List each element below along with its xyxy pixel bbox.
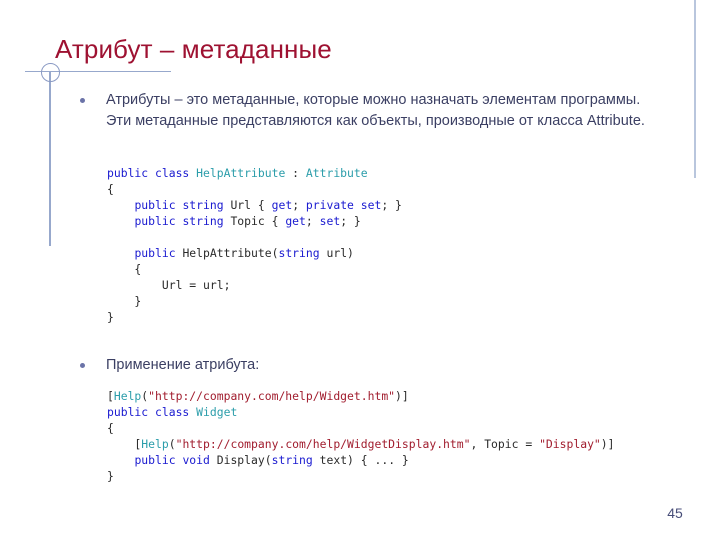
decorative-circle-icon [41,63,60,82]
code-line: public void Display(string text) { ... } [107,452,615,468]
code-token: public [134,246,183,260]
code-token: "Display" [539,437,601,451]
code-token: [ [107,437,142,451]
code-token: Help [113,389,142,403]
code-token: , Topic = [470,437,540,451]
code-token: Widget [196,405,238,419]
code-token: ; } [381,198,402,212]
code-token: get [285,214,306,228]
code-token: text) { ... } [312,453,409,467]
code-token: "http://company.com/help/WidgetDisplay.h… [175,437,471,451]
code-token: Help [141,437,169,451]
code-line: public class Widget [107,404,615,420]
code-token: { [107,182,114,196]
bullet-text: Атрибуты – это метаданные, которые можно… [106,92,645,129]
code-token: ( [168,437,176,451]
code-token: HelpAttribute [196,166,286,180]
code-token: string [271,453,313,467]
code-line: { [107,420,615,436]
code-line: public string Url { get; private set; } [107,197,402,213]
code-token: string [278,246,320,260]
code-block-attribute-definition: public class HelpAttribute : Attribute{ … [107,165,402,325]
code-token: ; [292,198,306,212]
code-token: } [107,294,142,308]
slide-number: 45 [667,505,683,521]
code-token: Topic { [230,214,286,228]
code-line: { [107,261,402,277]
bullet-text: Применение атрибута: [106,357,260,373]
presentation-slide: Атрибут – метаданные Атрибуты – это мета… [0,0,720,540]
code-line: public HelpAttribute(string url) [107,245,402,261]
bullet-item: Атрибуты – это метаданные, которые можно… [80,90,666,132]
code-line: [Help("http://company.com/help/Widget.ht… [107,388,615,404]
bullet-item: Применение атрибута: [80,355,666,376]
code-token: { [107,262,142,276]
code-line: } [107,293,402,309]
code-token: : [285,166,306,180]
code-token: public string [134,214,231,228]
code-token: public string [134,198,231,212]
slide-title: Атрибут – метаданные [55,34,332,64]
code-token: "http://company.com/help/Widget.htm" [148,389,396,403]
code-token: { [107,421,114,435]
code-token: public class [107,166,197,180]
code-line: } [107,309,402,325]
code-token: )] [600,437,615,451]
code-token: )] [395,389,409,403]
code-token: [ [107,389,114,403]
code-block-attribute-usage: [Help("http://company.com/help/Widget.ht… [107,388,615,484]
code-line: public string Topic { get; set; } [107,213,402,229]
code-token: Url = url; [107,278,231,292]
code-token: } [107,310,114,324]
decorative-vertical-line-right [694,0,696,178]
code-line: [Help("http://company.com/help/WidgetDis… [107,436,615,452]
code-line: public class HelpAttribute : Attribute [107,165,402,181]
code-line: { [107,181,402,197]
bullet-dot-icon [80,98,85,103]
code-line: } [107,468,615,484]
code-token: } [107,469,114,483]
code-token: public class [107,405,197,419]
code-token: set [319,214,341,228]
code-token: public void [134,453,217,467]
code-token: Display( [216,453,272,467]
code-token: ; } [340,214,361,228]
code-token: get [271,198,293,212]
code-token: Url { [230,198,272,212]
code-token: url) [319,246,354,260]
decorative-vertical-line-left [49,72,51,246]
code-token: Attribute [305,166,368,180]
code-token: HelpAttribute( [182,246,279,260]
code-token: private set [305,198,382,212]
code-line: Url = url; [107,277,402,293]
code-token: ; [305,214,320,228]
bullet-dot-icon [80,363,85,368]
